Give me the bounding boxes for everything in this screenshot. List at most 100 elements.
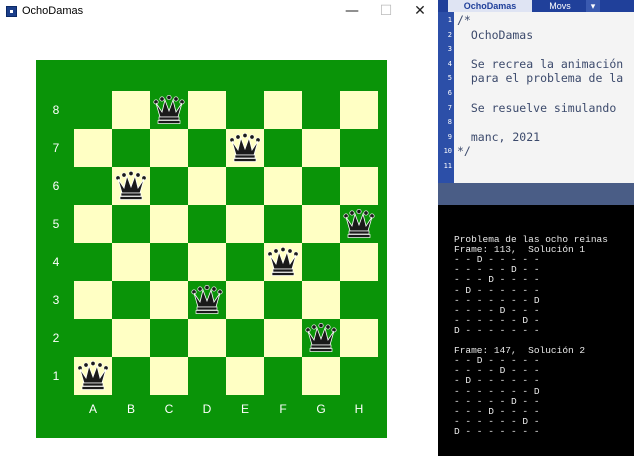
panel-divider[interactable] <box>438 183 634 205</box>
code-line: */ <box>457 144 471 159</box>
board-square[interactable] <box>226 91 264 129</box>
board-square[interactable] <box>226 281 264 319</box>
board-square[interactable] <box>264 319 302 357</box>
board-square[interactable] <box>264 357 302 395</box>
board-square[interactable] <box>188 167 226 205</box>
chessboard-frame: 8 7 6 5 4 3 2 1 A B C D E F G H <box>36 60 387 438</box>
board-square[interactable] <box>226 357 264 395</box>
board-square[interactable] <box>188 243 226 281</box>
file-label: G <box>316 402 325 416</box>
board-square[interactable] <box>226 205 264 243</box>
board-square[interactable] <box>340 319 378 357</box>
board-square[interactable] <box>340 91 378 129</box>
board-square[interactable] <box>112 243 150 281</box>
board-square[interactable] <box>340 243 378 281</box>
rank-label: 5 <box>53 217 60 231</box>
board-square[interactable] <box>74 167 112 205</box>
board-square[interactable] <box>188 91 226 129</box>
minimize-button[interactable]: — <box>338 2 366 20</box>
maximize-button[interactable]: ☐ <box>372 2 400 20</box>
board-square[interactable] <box>188 319 226 357</box>
board-square[interactable] <box>150 319 188 357</box>
board-square[interactable] <box>150 243 188 281</box>
board-square[interactable] <box>74 281 112 319</box>
board-square[interactable] <box>74 205 112 243</box>
file-label: E <box>241 402 249 416</box>
board-square[interactable] <box>226 243 264 281</box>
line-number-gutter: 1 2 3 4 5 6 7 8 9 10 11 <box>438 12 454 183</box>
board-square[interactable] <box>340 167 378 205</box>
chessboard: 8 7 6 5 4 3 2 1 A B C D E F G H <box>53 91 378 416</box>
tab-ochodamas[interactable]: OchoDamas <box>448 0 532 12</box>
board-square[interactable] <box>264 129 302 167</box>
board-square[interactable] <box>150 167 188 205</box>
board-square[interactable] <box>226 167 264 205</box>
board-square[interactable] <box>188 205 226 243</box>
file-label: A <box>89 402 97 416</box>
board-square[interactable] <box>150 357 188 395</box>
board-square[interactable] <box>188 129 226 167</box>
rank-label: 6 <box>53 179 60 193</box>
code-line: para el problema de la <box>457 71 624 86</box>
board-square[interactable] <box>74 243 112 281</box>
board-square[interactable] <box>188 357 226 395</box>
code-editor: OchoDamas Movs ▾ 1 2 3 4 5 6 7 8 9 10 11 /* OchoDa… <box>438 0 634 183</box>
board-square[interactable] <box>302 357 340 395</box>
file-label: H <box>355 402 364 416</box>
rank-label: 8 <box>53 103 60 117</box>
rank-label: 4 <box>53 255 60 269</box>
board-square[interactable] <box>340 129 378 167</box>
rank-label: 3 <box>53 293 60 307</box>
game-window: OchoDamas — ☐ ✕ 8 7 6 5 4 3 2 1 A B C D E F G H <box>0 0 438 456</box>
board-square[interactable] <box>340 281 378 319</box>
board-square[interactable] <box>302 129 340 167</box>
board-square[interactable] <box>264 281 302 319</box>
console-output: Problema de las ocho reinas Frame: 113, S… <box>438 205 634 456</box>
board-square[interactable] <box>150 129 188 167</box>
board-square[interactable] <box>150 205 188 243</box>
board-square[interactable] <box>112 129 150 167</box>
board-square[interactable] <box>150 281 188 319</box>
board-square[interactable] <box>302 243 340 281</box>
board-square[interactable] <box>112 281 150 319</box>
line-number: 6 <box>447 89 452 97</box>
line-number: 4 <box>447 59 452 68</box>
board-square[interactable] <box>302 167 340 205</box>
line-number: 9 <box>447 132 452 141</box>
editor-tabs: OchoDamas Movs ▾ <box>438 0 634 12</box>
line-number: 1 <box>447 16 452 24</box>
console-line: D - - - - - - - <box>454 324 540 336</box>
board-square[interactable] <box>340 357 378 395</box>
board-square[interactable] <box>112 357 150 395</box>
board-square[interactable] <box>74 91 112 129</box>
board-square[interactable] <box>112 319 150 357</box>
close-button[interactable]: ✕ <box>406 2 434 20</box>
line-number: 2 <box>447 30 452 39</box>
line-number: 3 <box>447 45 452 54</box>
board-square[interactable] <box>302 281 340 319</box>
board-square[interactable] <box>264 205 302 243</box>
board-square[interactable] <box>264 91 302 129</box>
line-number: 5 <box>447 74 452 83</box>
board-square[interactable] <box>74 319 112 357</box>
code-line: OchoDamas <box>457 27 534 42</box>
code-line: Se resuelve simulando <box>457 100 617 115</box>
code-line: Se recrea la animación <box>457 56 624 71</box>
line-number: 10 <box>443 147 452 156</box>
tab-movs[interactable]: Movs <box>534 0 586 12</box>
rank-label: 7 <box>53 141 60 155</box>
board-square[interactable] <box>302 91 340 129</box>
app-icon <box>6 6 17 17</box>
line-number: 11 <box>443 162 452 170</box>
board-square[interactable] <box>302 205 340 243</box>
line-number: 7 <box>447 103 452 112</box>
board-square[interactable] <box>112 91 150 129</box>
board-square[interactable] <box>112 205 150 243</box>
board-square[interactable] <box>226 319 264 357</box>
board-square[interactable] <box>264 167 302 205</box>
file-label: B <box>127 402 135 416</box>
title-bar: OchoDamas — ☐ ✕ <box>0 0 438 22</box>
board-square[interactable] <box>74 129 112 167</box>
file-label: F <box>279 402 286 416</box>
tab-menu-arrow-icon[interactable]: ▾ <box>586 0 600 12</box>
